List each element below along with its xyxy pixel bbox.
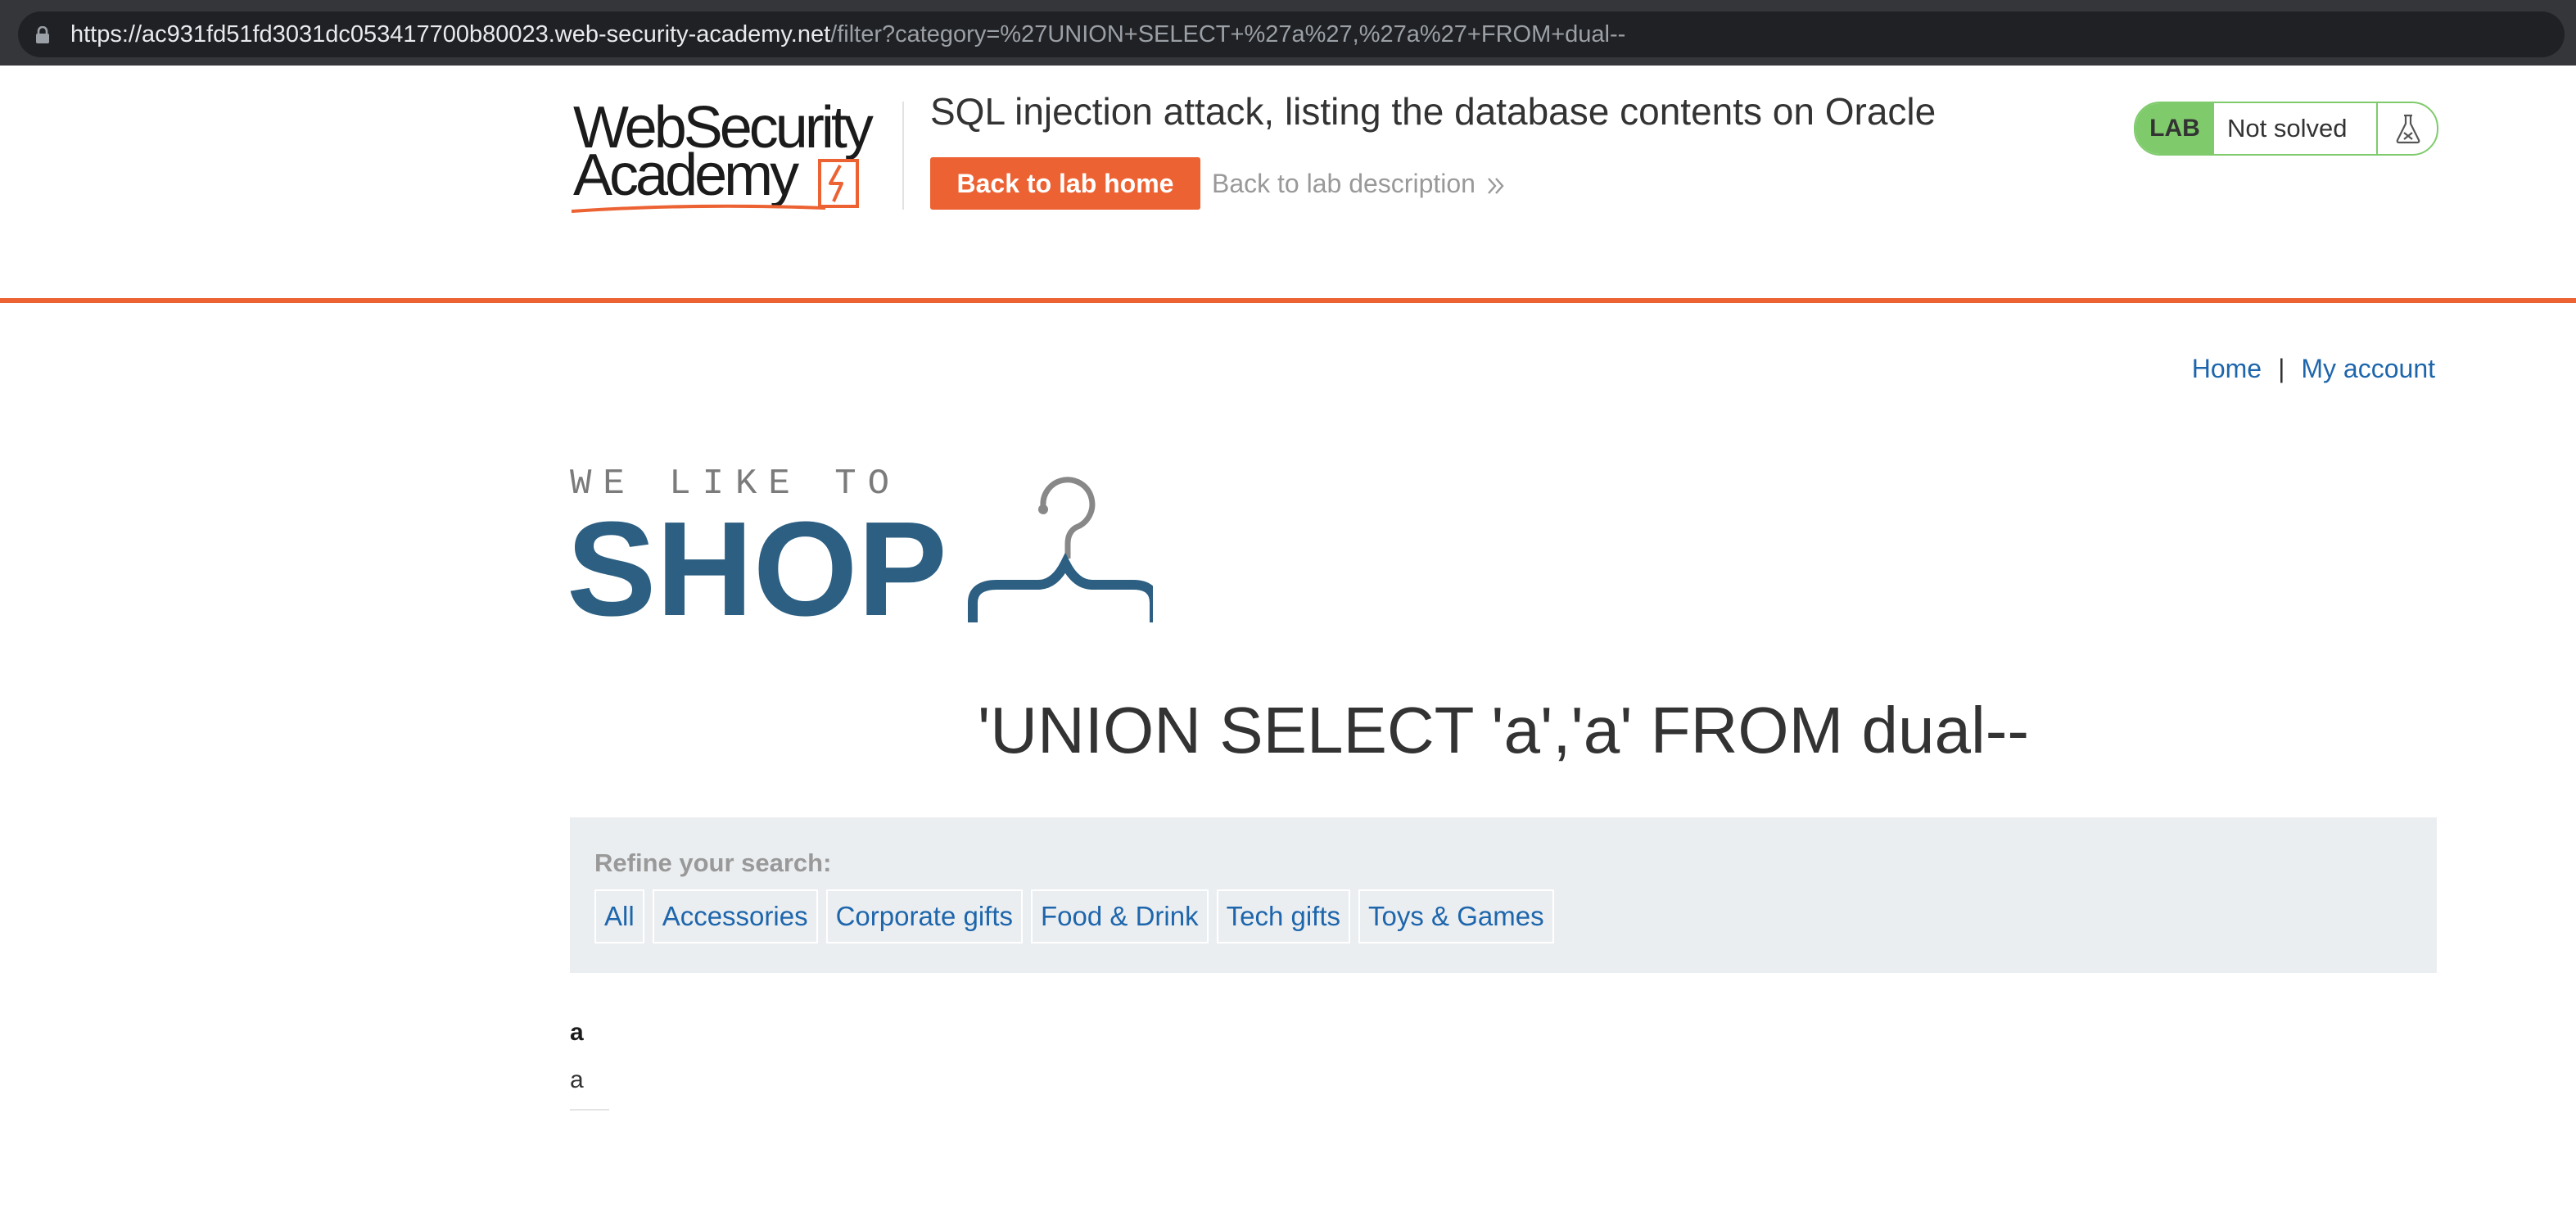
category-corporate-gifts-link[interactable]: Corporate gifts bbox=[825, 889, 1024, 943]
nav-separator: | bbox=[2278, 354, 2285, 383]
lab-status-widget: LAB Not solved bbox=[2134, 102, 2438, 156]
table-cell: a bbox=[570, 1066, 584, 1093]
category-all-link[interactable]: All bbox=[594, 889, 644, 943]
category-toys-games-link[interactable]: Toys & Games bbox=[1358, 889, 1554, 943]
browser-address-bar: https://ac931fd51fd3031dc053417700b80023… bbox=[0, 0, 2576, 67]
lab-status-text: Not solved bbox=[2227, 114, 2348, 143]
category-food-drink-link[interactable]: Food & Drink bbox=[1031, 889, 1209, 943]
table-header-cell: a bbox=[570, 1019, 584, 1046]
category-tech-gifts-link[interactable]: Tech gifts bbox=[1216, 889, 1350, 943]
shop-logo-word: SHOP bbox=[567, 494, 947, 644]
back-to-lab-description-link[interactable]: Back to lab description bbox=[1212, 165, 1507, 201]
site-nav: Home | My account bbox=[2192, 351, 2435, 387]
double-chevron-right-icon bbox=[1488, 177, 1504, 194]
flask-icon bbox=[2396, 114, 2420, 144]
hanger-icon bbox=[968, 477, 1153, 622]
url-host: https://ac931fd51fd3031dc053417700b80023… bbox=[70, 21, 831, 48]
nav-home-link[interactable]: Home bbox=[2192, 354, 2262, 383]
search-heading: 'UNION SELECT 'a','a' FROM dual-- bbox=[977, 694, 2030, 767]
shop-logo: WE LIKE TO SHOP bbox=[567, 464, 1156, 639]
back-to-lab-description-label: Back to lab description bbox=[1212, 169, 1476, 198]
lab-title: SQL injection attack, listing the databa… bbox=[930, 90, 1937, 133]
academy-bolt-icon bbox=[571, 159, 859, 213]
url-path: /filter?category=%27UNION+SELECT+%27a%27… bbox=[830, 21, 1626, 48]
filter-label: Refine your search: bbox=[594, 848, 832, 877]
lab-tag: LAB bbox=[2135, 103, 2214, 154]
lab-header: WebSecurity Academy SQL injection attack… bbox=[0, 66, 2576, 303]
nav-my-account-link[interactable]: My account bbox=[2301, 354, 2435, 383]
url-text[interactable]: https://ac931fd51fd3031dc053417700b80023… bbox=[70, 18, 1625, 51]
header-divider bbox=[902, 102, 904, 210]
category-accessories-link[interactable]: Accessories bbox=[652, 889, 818, 943]
category-filter-list: All Accessories Corporate gifts Food & D… bbox=[594, 889, 1554, 943]
lab-status-icon-box bbox=[2376, 103, 2437, 154]
web-security-academy-logo[interactable]: WebSecurity Academy bbox=[570, 98, 897, 218]
table-row-divider bbox=[570, 1109, 609, 1111]
filter-panel: Refine your search: All Accessories Corp… bbox=[570, 817, 2437, 973]
back-to-lab-home-button[interactable]: Back to lab home bbox=[930, 157, 1200, 210]
lock-icon bbox=[36, 26, 49, 43]
